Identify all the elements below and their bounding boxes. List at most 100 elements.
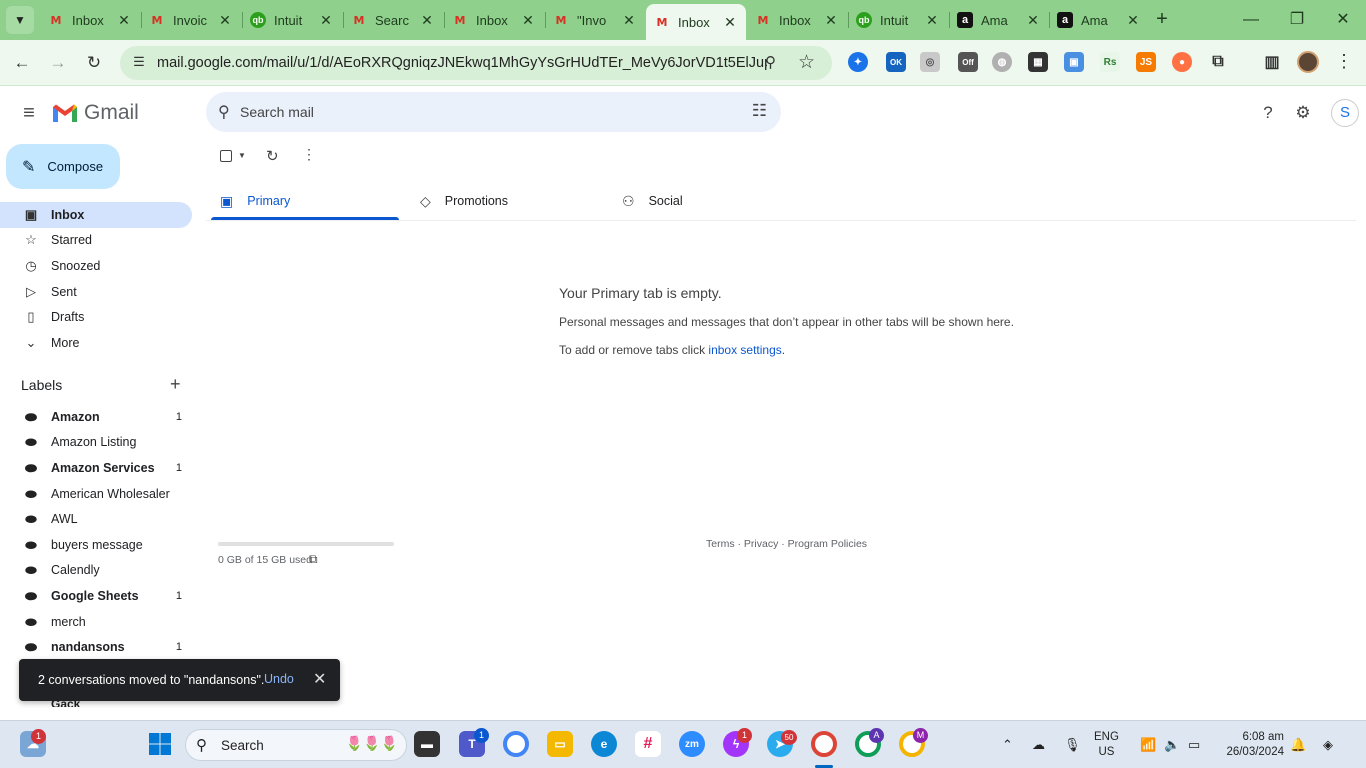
label-item-american-wholesaler[interactable]: ⬬ American Wholesaler xyxy=(0,481,192,507)
edge-app-icon[interactable]: e xyxy=(591,731,617,757)
inbox-settings-link[interactable]: inbox settings xyxy=(708,343,781,357)
chrome-app-icon[interactable] xyxy=(503,731,529,757)
close-icon[interactable]: ✕ xyxy=(217,12,233,29)
search-mail-bar[interactable]: ⚲ Search mail ☷ xyxy=(206,92,781,132)
open-external-icon[interactable]: ⧉ xyxy=(309,552,318,567)
nav-item-drafts[interactable]: ▯ Drafts xyxy=(0,304,192,330)
address-bar[interactable]: ☰ mail.google.com/mail/u/1/d/AEoRXRQgniq… xyxy=(120,46,832,80)
language-indicator[interactable]: ENG US xyxy=(1094,730,1119,760)
close-icon[interactable]: ✕ xyxy=(924,12,940,29)
browser-tab-active[interactable]: M Inbox ✕ xyxy=(646,4,746,40)
label-item-awl[interactable]: ⬬ AWL xyxy=(0,506,192,532)
extension-off-icon[interactable]: Off xyxy=(958,52,978,72)
windows-start-icon[interactable] xyxy=(147,731,173,757)
browser-tab[interactable]: M "Invo ✕ xyxy=(545,4,645,36)
label-item-merch[interactable]: ⬬ merch xyxy=(0,609,192,635)
tab-search-button[interactable]: ▼ xyxy=(6,6,34,34)
forward-button[interactable]: → xyxy=(45,50,71,76)
label-item-google-sheets[interactable]: ⬬ Google Sheets 1 xyxy=(0,583,192,609)
label-item-amazon-services[interactable]: ⬬ Amazon Services 1 xyxy=(0,455,192,481)
tab-promotions[interactable]: ◇ Promotions xyxy=(420,181,508,221)
gmail-logo[interactable]: Gmail xyxy=(52,101,139,125)
label-item-calendly[interactable]: ⬬ Calendly xyxy=(0,557,192,583)
nav-item-inbox[interactable]: ▣ Inbox xyxy=(0,202,192,228)
copilot-icon[interactable]: ◈ xyxy=(1323,737,1333,753)
zoom-app-icon[interactable]: zm xyxy=(679,731,705,757)
browser-tab[interactable]: a Ama ✕ xyxy=(949,4,1049,36)
puzzle-icon[interactable]: ⧉ xyxy=(1208,52,1228,72)
extension-js-icon[interactable]: JS xyxy=(1136,52,1156,72)
label-item-amazon[interactable]: ⬬ Amazon 1 xyxy=(0,404,192,430)
close-icon[interactable]: ✕ xyxy=(1125,12,1141,29)
globe-icon[interactable]: ◍ xyxy=(992,52,1012,72)
onedrive-icon[interactable]: ☁ xyxy=(1032,737,1045,753)
clock[interactable]: 6:08 am 26/03/2024 xyxy=(1226,730,1284,760)
back-button[interactable]: ← xyxy=(9,50,35,76)
chevron-up-icon[interactable]: ⌃ xyxy=(1002,737,1013,753)
restore-button[interactable]: ❐ xyxy=(1282,8,1312,32)
select-all-checkbox[interactable] xyxy=(220,150,232,162)
search-icon[interactable]: ⚲ xyxy=(218,102,230,122)
more-options-icon[interactable]: ⋮ xyxy=(302,146,316,163)
nav-item-sent[interactable]: ▷ Sent xyxy=(0,279,192,305)
side-panel-icon[interactable]: ▥ xyxy=(1262,52,1282,72)
battery-icon[interactable]: ▭ xyxy=(1188,737,1200,753)
search-input[interactable]: Search mail xyxy=(240,104,314,120)
extension-rs-icon[interactable]: Rs xyxy=(1100,52,1120,72)
create-label-button[interactable]: + xyxy=(170,374,181,395)
bookmark-star-icon[interactable]: ☆ xyxy=(798,51,815,74)
reload-button[interactable]: ↻ xyxy=(81,50,107,76)
extension-icon[interactable]: ◎ xyxy=(920,52,940,72)
label-item-nandansons[interactable]: ⬬ nandansons 1 xyxy=(0,634,192,660)
browser-tab[interactable]: M Inbox ✕ xyxy=(444,4,544,36)
chrome-profile-app-icon[interactable] xyxy=(811,731,837,757)
nav-item-more[interactable]: ⌄ More xyxy=(0,330,192,356)
new-tab-button[interactable]: + xyxy=(1150,8,1174,32)
extension-icon[interactable]: ● xyxy=(1172,52,1192,72)
wifi-icon[interactable]: 📶 xyxy=(1140,737,1156,753)
undo-button[interactable]: Undo xyxy=(264,672,294,686)
tab-social[interactable]: ⚇ Social xyxy=(622,181,683,221)
browser-tab[interactable]: M Invoic ✕ xyxy=(141,4,241,36)
nav-item-snoozed[interactable]: ◷ Snoozed xyxy=(0,253,192,279)
close-icon[interactable]: ✕ xyxy=(621,12,637,29)
site-info-icon[interactable]: ☰ xyxy=(130,54,148,72)
browser-tab[interactable]: qb Intuit ✕ xyxy=(242,4,342,36)
settings-gear-icon[interactable]: ⚙ xyxy=(1292,102,1314,124)
close-icon[interactable]: ✕ xyxy=(520,12,536,29)
close-icon[interactable]: ✕ xyxy=(1025,12,1041,29)
microphone-icon[interactable]: 🎙 xyxy=(1064,737,1081,753)
volume-icon[interactable]: 🔈 xyxy=(1164,737,1180,753)
close-icon[interactable]: ✕ xyxy=(722,14,738,31)
close-icon[interactable]: ✕ xyxy=(318,12,334,29)
notification-bell-icon[interactable]: 🔔 xyxy=(1290,737,1306,753)
minimize-button[interactable]: — xyxy=(1236,8,1266,32)
extension-icon[interactable]: ▣ xyxy=(1064,52,1084,72)
close-icon[interactable]: ✕ xyxy=(313,669,326,689)
tab-primary[interactable]: ▣ Primary xyxy=(220,181,290,221)
close-window-button[interactable]: ✕ xyxy=(1328,8,1358,32)
browser-tab[interactable]: M Inbox ✕ xyxy=(747,4,847,36)
slack-app-icon[interactable]: # xyxy=(635,731,661,757)
close-icon[interactable]: ✕ xyxy=(116,12,132,29)
compose-button[interactable]: ✎ Compose xyxy=(6,144,120,189)
browser-tab[interactable]: M Inbox ✕ xyxy=(40,4,140,36)
profile-avatar[interactable] xyxy=(1297,51,1319,73)
select-dropdown-icon[interactable]: ▼ xyxy=(238,151,246,160)
label-item-amazon-listing[interactable]: ⬬ Amazon Listing xyxy=(0,429,192,455)
account-avatar[interactable]: S xyxy=(1331,99,1359,127)
label-item-buyers-message[interactable]: ⬬ buyers message xyxy=(0,532,192,558)
filter-options-icon[interactable]: ☷ xyxy=(752,101,767,121)
taskbar-search-box[interactable]: ⚲ Search 🌷🌷🌷 xyxy=(185,729,407,761)
extension-icon[interactable]: ✦ xyxy=(848,52,868,72)
close-icon[interactable]: ✕ xyxy=(419,12,435,29)
url-text[interactable]: mail.google.com/mail/u/1/d/AEoRXRQgniqzJ… xyxy=(157,55,767,71)
extension-ok-icon[interactable]: OK xyxy=(886,52,906,72)
browser-tab[interactable]: a Ama ✕ xyxy=(1049,4,1149,36)
terminal-app-icon[interactable]: ▬ xyxy=(414,731,440,757)
file-explorer-icon[interactable]: ▭ xyxy=(547,731,573,757)
browser-tab[interactable]: qb Intuit ✕ xyxy=(848,4,948,36)
close-icon[interactable]: ✕ xyxy=(823,12,839,29)
browser-menu-icon[interactable]: ⋮ xyxy=(1335,51,1353,72)
nav-item-starred[interactable]: ☆ Starred xyxy=(0,227,192,253)
